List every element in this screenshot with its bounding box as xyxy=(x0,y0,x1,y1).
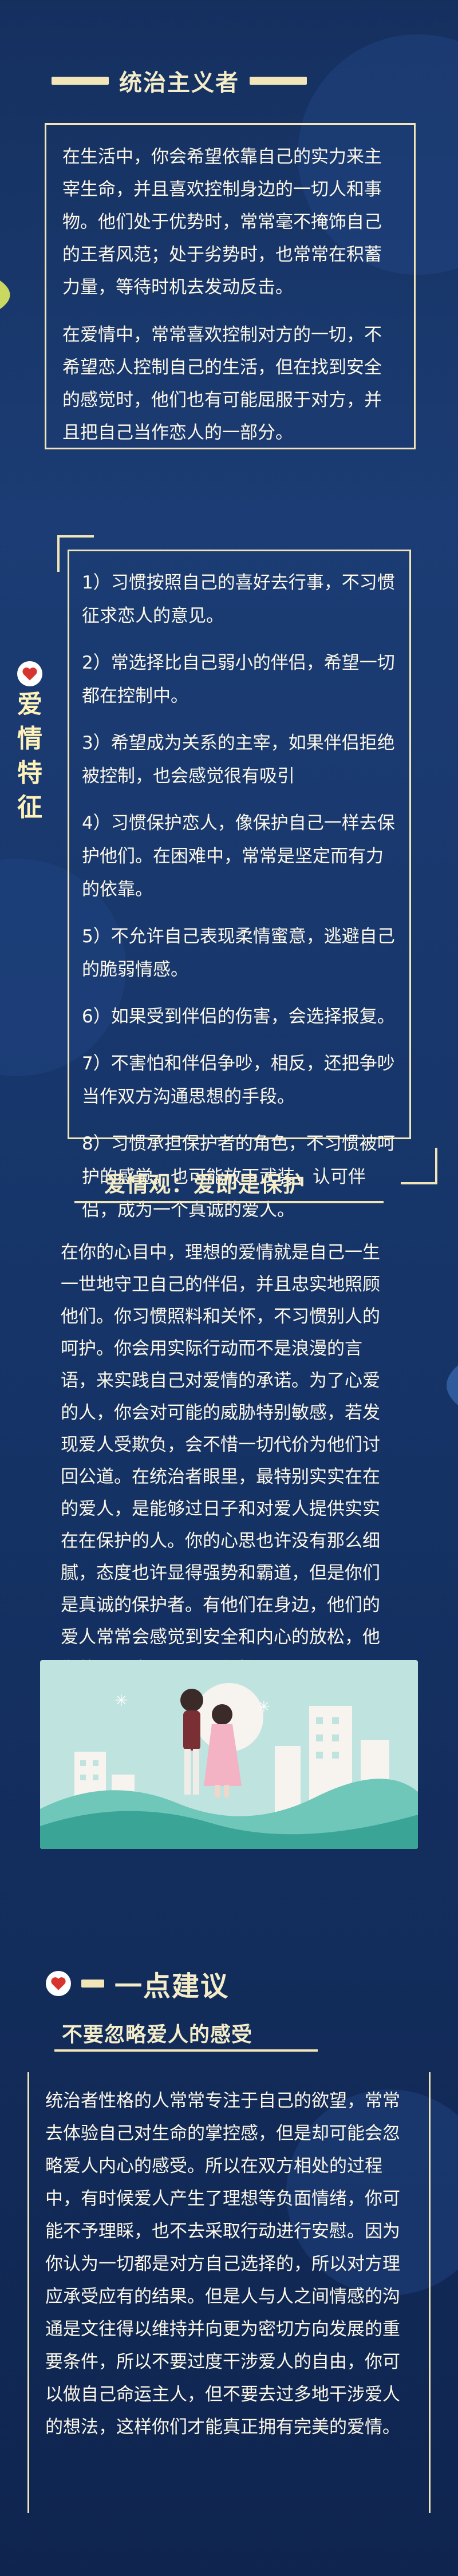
section3-subtitle: 爱情观：爱即是保护 xyxy=(104,1172,306,1197)
section4-subtitle: 不要忽略爱人的感受 xyxy=(62,2023,253,2046)
section4-underline xyxy=(54,2049,318,2052)
section1-paragraph-1: 在生活中，你会希望依靠自己的实力来主宰生命，并且喜欢控制身边的一切人和事物。他们… xyxy=(62,147,382,298)
trait-item: 6）如果受到伴侣的伤害，会选择报复。 xyxy=(82,1006,395,1027)
page: 统治主义者 在生活中，你会希望依靠自己的实力来主宰生命，并且喜欢控制身边的一切人… xyxy=(0,0,458,2576)
section4-paragraph: 统治者性格的人常常专注于自己的欲望，常常去体验自己对生命的掌控感，但是却可能会忽… xyxy=(45,2091,400,2437)
trait-item: 2）常选择比自己弱小的伴侣，希望一切都在控制中。 xyxy=(82,653,395,706)
trait-item: 4）习惯保护恋人，像保护自己一样去保护他们。在困难中，常常是坚定而有力的依靠。 xyxy=(82,813,395,900)
section1-paragraph-2: 在爱情中，常常喜欢控制对方的一切，不希望恋人控制自己的生活，但在找到安全的感觉时… xyxy=(62,325,382,443)
title-bar-right xyxy=(250,77,307,85)
section2-side-label: 爱 情 特 征 xyxy=(13,661,47,824)
heart-badge xyxy=(17,661,42,686)
side-label-char-3: 特 xyxy=(17,758,42,788)
leaf-icon-2 xyxy=(447,1365,458,1405)
title-bar-left xyxy=(52,77,109,85)
title-bar xyxy=(81,1980,104,1988)
section3-paragraph: 在你的心目中，理想的爱情就是自己一生一世地守卫自己的伴侣，并且忠实地照顾他们。你… xyxy=(61,1242,380,1680)
trait-item: 5）不允许自己表现柔情蜜意，逃避自己的脆弱情感。 xyxy=(82,926,395,980)
side-label-char-1: 爱 xyxy=(17,690,42,719)
traits-list: 1）习惯按照自己的喜好去行事，不习惯征求恋人的意见。 2）常选择比自己弱小的伴侣… xyxy=(82,566,397,1227)
svg-text:✳: ✳ xyxy=(114,1691,128,1710)
leaf-icon xyxy=(0,280,10,309)
section1-title: 统治主义者 xyxy=(119,70,239,96)
couple-illustration: ✳ ✳ xyxy=(40,1660,418,1849)
trait-item: 3）希望成为关系的主宰，如果伴侣拒绝被控制，也会感觉很有吸引 xyxy=(82,733,395,787)
trait-item: 1）习惯按照自己的喜好去行事，不习惯征求恋人的意见。 xyxy=(82,572,395,626)
svg-text:✳: ✳ xyxy=(258,1698,270,1716)
section1-header: 统治主义者 xyxy=(52,64,307,97)
heart-icon xyxy=(51,1977,66,1990)
section4-box: 统治者性格的人常常专注于自己的欲望，常常去体验自己对生命的掌控感，但是却可能会忽… xyxy=(27,2072,431,2513)
section2-box: 1）习惯按照自己的喜好去行事，不习惯征求恋人的意见。 2）常选择比自己弱小的伴侣… xyxy=(68,550,411,1220)
illustration-svg: ✳ ✳ xyxy=(40,1660,418,1849)
section4-header: 一点建议 xyxy=(46,1963,229,2004)
section4-title: 一点建议 xyxy=(114,1970,230,2002)
side-label-char-4: 征 xyxy=(17,793,42,822)
heart-badge-2 xyxy=(46,1971,71,1996)
section1-box: 在生活中，你会希望依靠自己的实力来主宰生命，并且喜欢控制身边的一切人和事物。他们… xyxy=(45,123,416,449)
heart-icon xyxy=(22,667,37,681)
section3-underline xyxy=(74,1201,384,1203)
frame-corner-br xyxy=(401,1148,437,1184)
side-label-char-2: 情 xyxy=(17,724,42,753)
trait-item: 7）不害怕和伴侣争吵，相反，还把争吵当作双方沟通思想的手段。 xyxy=(82,1053,395,1107)
section3-box: 在你的心目中，理想的爱情就是自己一生一世地守卫自己的伴侣，并且忠实地照顾他们。你… xyxy=(46,1224,412,1680)
